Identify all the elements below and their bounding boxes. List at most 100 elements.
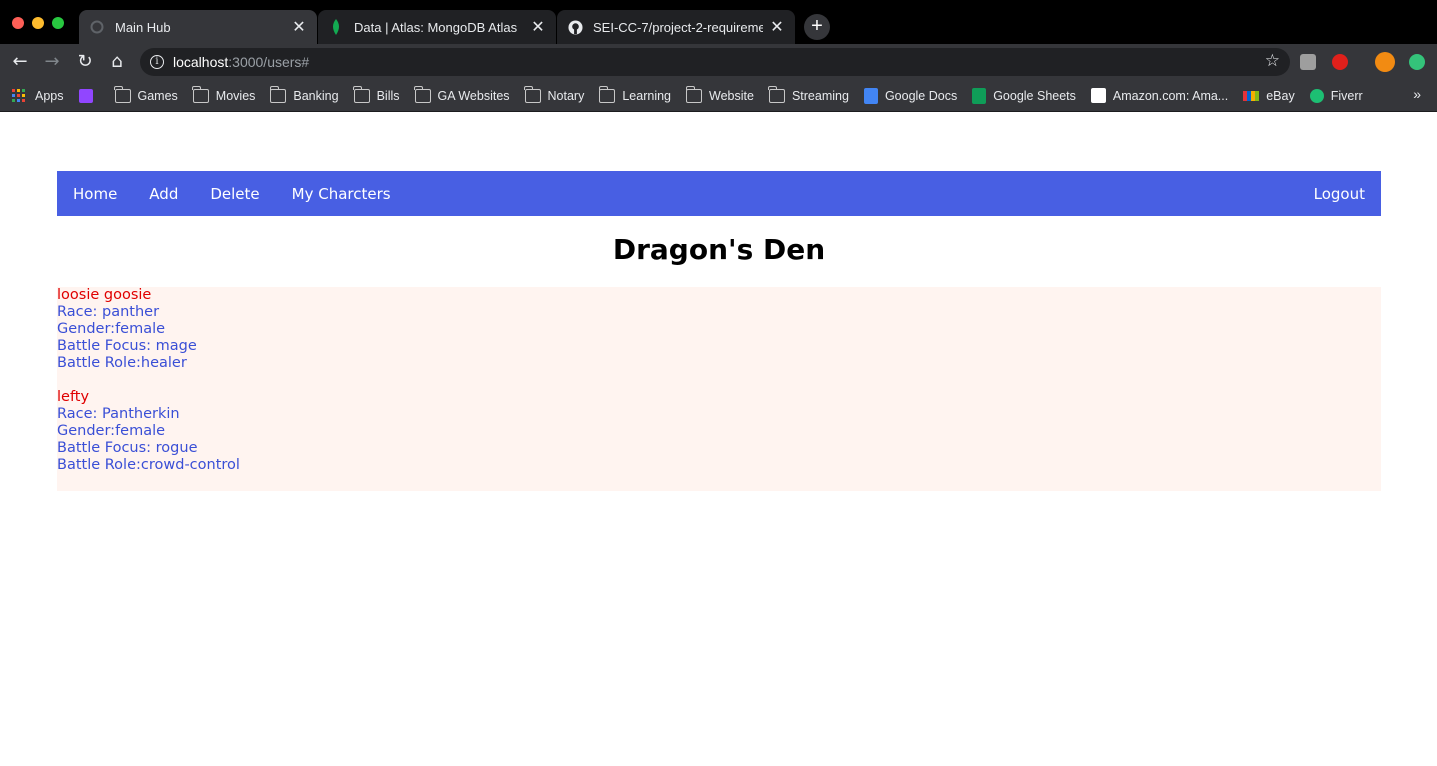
adblock-icon[interactable]	[1332, 54, 1348, 70]
bookmark-google-docs[interactable]: Google Docs	[863, 87, 958, 104]
bookmark-label: GA Websites	[437, 88, 510, 103]
reload-icon[interactable]: ↻	[73, 50, 97, 74]
character-list: loosie goosie Race: panther Gender:femal…	[57, 287, 1381, 491]
bookmark-ebay[interactable]: eBay	[1243, 89, 1295, 103]
close-tab-icon[interactable]: ✕	[530, 17, 546, 37]
profile-avatar[interactable]	[1375, 52, 1395, 72]
bookmark-twitch[interactable]	[78, 88, 100, 103]
spinner-icon	[89, 19, 105, 35]
url-path: :3000/users#	[228, 54, 310, 70]
minimize-window-button[interactable]	[32, 17, 44, 29]
bookmark-label: Fiverr	[1330, 88, 1363, 103]
bookmark-label: Streaming	[791, 88, 849, 103]
bookmark-label: Notary	[547, 88, 585, 103]
tab-title: Data | Atlas: MongoDB Atlas	[354, 19, 518, 35]
bookmark-label: Google Docs	[884, 88, 958, 103]
bookmark-label: Learning	[622, 88, 672, 103]
bookmark-google-sheets[interactable]: Google Sheets	[972, 87, 1076, 104]
ebay-icon	[1243, 90, 1260, 101]
google-docs-icon	[863, 87, 878, 104]
character-card: lefty Race: Pantherkin Gender:female Bat…	[57, 389, 1381, 474]
character-battle-focus: Battle Focus: rogue	[57, 440, 198, 456]
twitch-icon	[78, 88, 93, 103]
bookmark-label: Games	[137, 88, 178, 103]
bookmark-star-icon[interactable]: ☆	[1265, 51, 1280, 71]
apps-grid-icon	[12, 88, 28, 103]
folder-icon	[114, 85, 131, 103]
tab-title: Main Hub	[115, 19, 171, 35]
back-icon[interactable]: ←	[8, 50, 32, 74]
browser-chrome: Main Hub ✕ Data | Atlas: MongoDB Atlas ✕…	[0, 0, 1437, 112]
bookmark-folder-learning[interactable]: Learning	[598, 85, 672, 103]
character-name: lefty	[57, 389, 90, 405]
mongodb-leaf-icon	[328, 19, 344, 35]
page-title: Dragon's Den	[612, 233, 826, 266]
tab-mongodb-atlas[interactable]: Data | Atlas: MongoDB Atlas ✕	[318, 10, 556, 44]
main-navbar: Home Add Delete My Charcters Logout	[57, 171, 1381, 216]
bookmark-folder-ga-websites[interactable]: GA Websites	[414, 85, 510, 103]
bookmark-folder-website[interactable]: Website	[685, 85, 754, 103]
character-gender: Gender:female	[57, 423, 166, 439]
bookmark-fiverr[interactable]: Fiverr	[1309, 88, 1363, 103]
bookmark-apps[interactable]: Apps	[12, 88, 64, 103]
bookmark-label: Website	[709, 88, 754, 103]
bookmark-label: Bills	[376, 88, 400, 103]
home-icon[interactable]: ⌂	[105, 50, 129, 74]
bookmark-label: eBay	[1266, 88, 1295, 103]
close-tab-icon[interactable]: ✕	[769, 17, 785, 37]
character-card: loosie goosie Race: panther Gender:femal…	[57, 287, 1381, 372]
folder-icon	[524, 85, 541, 103]
character-battle-role: Battle Role:crowd-control	[57, 457, 240, 473]
character-race: Race: panther	[57, 304, 160, 320]
extension-r-icon[interactable]	[1300, 54, 1316, 70]
new-tab-button[interactable]: +	[804, 14, 830, 40]
address-bar[interactable]: i localhost:3000/users# ☆	[140, 48, 1290, 76]
url-host: localhost	[173, 54, 229, 70]
character-name: loosie goosie	[57, 287, 152, 303]
nav-add-link[interactable]: Add	[149, 185, 178, 203]
bookmarks-bar: Apps Games Movies Banking Bills GA Websi…	[0, 80, 1437, 112]
google-sheets-icon	[972, 87, 987, 104]
amazon-icon	[1090, 88, 1106, 103]
browser-toolbar: ← → ↻ ⌂ i localhost:3000/users# ☆	[0, 44, 1437, 80]
site-info-icon[interactable]: i	[150, 55, 164, 69]
bookmark-label: Google Sheets	[993, 88, 1076, 103]
more-bookmarks-icon[interactable]: »	[1413, 86, 1421, 102]
bookmark-folder-banking[interactable]: Banking	[269, 85, 339, 103]
folder-icon	[353, 85, 370, 103]
bookmark-folder-movies[interactable]: Movies	[192, 85, 256, 103]
tab-title: SEI-CC-7/project-2-requirement	[593, 19, 763, 35]
maximize-window-button[interactable]	[52, 17, 64, 29]
character-gender: Gender:female	[57, 321, 166, 337]
close-tab-icon[interactable]: ✕	[291, 17, 307, 37]
folder-icon	[685, 85, 703, 103]
bookmark-folder-notary[interactable]: Notary	[524, 85, 585, 103]
character-battle-role: Battle Role:healer	[57, 355, 187, 371]
folder-icon	[414, 85, 431, 103]
nav-delete-link[interactable]: Delete	[210, 185, 259, 203]
bookmark-label: Banking	[293, 88, 339, 103]
bookmark-folder-games[interactable]: Games	[114, 85, 178, 103]
nav-logout-link[interactable]: Logout	[1314, 185, 1365, 203]
bookmark-label: Amazon.com: Ama...	[1112, 88, 1229, 103]
update-icon[interactable]	[1409, 54, 1425, 70]
tab-strip: Main Hub ✕ Data | Atlas: MongoDB Atlas ✕…	[0, 0, 1437, 44]
bookmark-folder-bills[interactable]: Bills	[353, 85, 400, 103]
bookmark-label: Movies	[215, 88, 256, 103]
fiverr-icon	[1309, 88, 1324, 103]
bookmark-amazon[interactable]: Amazon.com: Ama...	[1090, 88, 1229, 103]
forward-icon[interactable]: →	[40, 50, 64, 74]
folder-icon	[192, 85, 209, 103]
nav-home-link[interactable]: Home	[73, 185, 117, 203]
close-window-button[interactable]	[12, 17, 24, 29]
nav-my-characters-link[interactable]: My Charcters	[292, 185, 391, 203]
bookmark-folder-streaming[interactable]: Streaming	[768, 85, 849, 103]
character-race: Race: Pantherkin	[57, 406, 180, 422]
bookmark-label: Apps	[35, 88, 64, 103]
tab-main-hub[interactable]: Main Hub ✕	[79, 10, 317, 44]
character-battle-focus: Battle Focus: mage	[57, 338, 197, 354]
folder-icon	[768, 85, 785, 103]
tab-github[interactable]: SEI-CC-7/project-2-requirement ✕	[557, 10, 795, 44]
github-icon	[567, 19, 583, 35]
folder-icon	[269, 85, 287, 103]
